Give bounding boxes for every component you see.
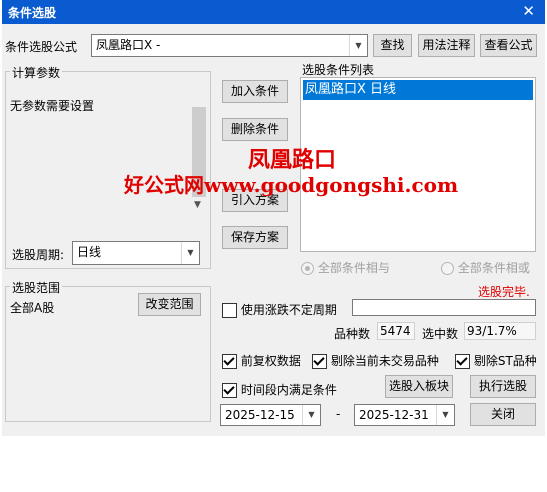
watermark-line2: 好公式网www.goodgongshi.com [124,173,459,197]
fq-option[interactable]: 前复权数据 [222,352,301,369]
condition-list-label: 选股条件列表 [302,63,375,77]
radio-and[interactable]: 全部条件相与 [301,259,390,276]
selected-count-label: 选中数 [422,327,459,341]
params-group-label: 计算参数 [10,64,63,81]
exclude-st-checkbox[interactable] [455,354,470,369]
usage-button[interactable]: 用法注释 [418,34,475,57]
delete-condition-button[interactable]: 删除条件 [222,118,288,141]
count-label: 品种数 [334,327,371,341]
exclude-untraded-label: 剔除当前未交易品种 [330,354,439,368]
list-item[interactable]: 凤凰路口X 日线 [303,80,533,100]
fq-label: 前复权数据 [240,354,301,368]
exclude-st-option[interactable]: 剔除ST品种 [455,352,537,369]
radio-and-indicator[interactable] [301,262,314,275]
formula-select-value: 凤凰路口X - [96,38,161,52]
radio-or[interactable]: 全部条件相或 [441,259,530,276]
start-date-value: 2025-12-15 [225,408,295,422]
change-range-button[interactable]: 改变范围 [138,293,201,316]
range-group-label: 选股范围 [10,279,63,296]
status-text: 选股完毕. [478,285,530,299]
range-value: 全部A股 [10,301,55,315]
exclude-st-label: 剔除ST品种 [473,354,537,368]
add-condition-button[interactable]: 加入条件 [222,80,288,103]
fq-checkbox[interactable] [222,354,237,369]
uncertain-period-checkbox[interactable] [222,303,237,318]
chevron-down-icon[interactable]: ▼ [302,405,320,425]
count-value: 5474 [377,322,415,340]
uncertain-period-input[interactable] [352,299,536,316]
exclude-untraded-checkbox[interactable] [312,354,327,369]
formula-label: 条件选股公式 [5,40,78,54]
period-satisfy-option[interactable]: 时间段内满足条件 [222,381,337,398]
end-date-value: 2025-12-31 [359,408,429,422]
close-button[interactable]: 关闭 [470,403,536,426]
start-date-select[interactable]: 2025-12-15 ▼ [220,404,321,426]
radio-or-indicator[interactable] [441,262,454,275]
radio-and-label: 全部条件相与 [317,261,390,275]
chevron-down-icon[interactable]: ▼ [349,35,367,56]
uncertain-period-option[interactable]: 使用涨跌不定周期 [222,301,337,318]
period-select-value: 日线 [77,245,102,259]
chevron-down-icon[interactable]: ▼ [436,405,454,425]
radio-or-label: 全部条件相或 [457,261,530,275]
chevron-down-icon[interactable]: ▼ [181,242,199,264]
close-icon[interactable]: ✕ [522,2,535,20]
end-date-select[interactable]: 2025-12-31 ▼ [354,404,455,426]
find-button[interactable]: 查找 [373,34,412,57]
params-message: 无参数需要设置 [10,99,95,113]
title-bar: 条件选股 ✕ [2,0,545,24]
scroll-down-icon[interactable]: ▼ [194,200,201,210]
uncertain-period-label: 使用涨跌不定周期 [240,303,337,317]
view-formula-button[interactable]: 查看公式 [480,34,537,57]
selected-count-value: 93/1.7% [464,322,536,340]
date-range-dash: - [336,407,341,421]
exclude-untraded-option[interactable]: 剔除当前未交易品种 [312,352,439,369]
to-block-button[interactable]: 选股入板块 [385,375,453,398]
period-label: 选股周期: [12,248,65,262]
formula-select[interactable]: 凤凰路口X - ▼ [91,34,368,57]
window-title: 条件选股 [8,6,57,20]
save-plan-button[interactable]: 保存方案 [222,226,288,249]
period-satisfy-label: 时间段内满足条件 [240,383,337,397]
execute-button[interactable]: 执行选股 [470,375,536,398]
period-select[interactable]: 日线 ▼ [72,241,200,265]
period-satisfy-checkbox[interactable] [222,383,237,398]
